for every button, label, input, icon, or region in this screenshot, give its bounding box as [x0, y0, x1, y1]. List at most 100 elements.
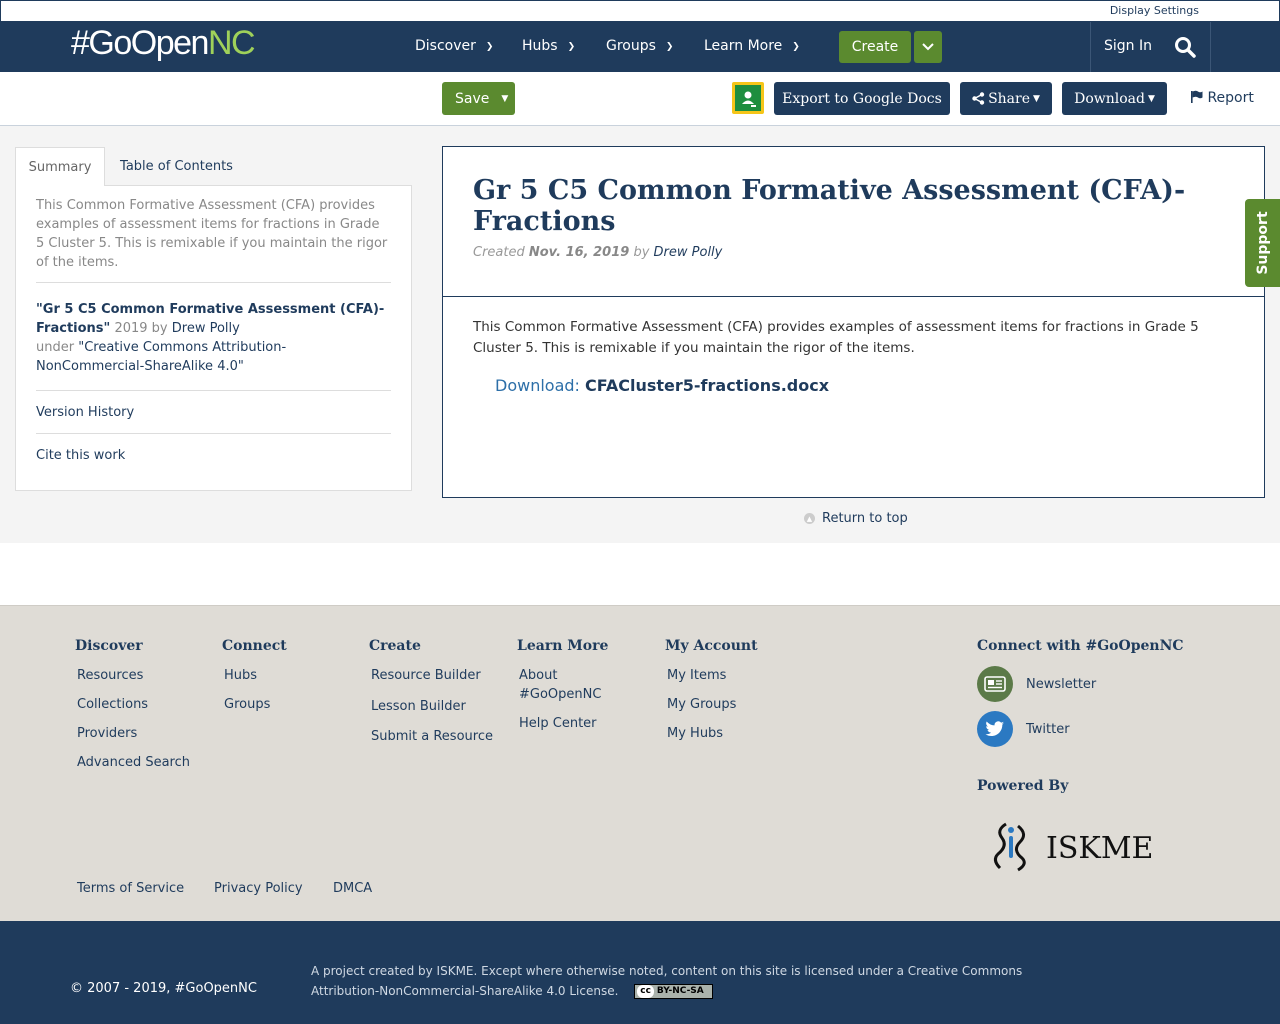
utility-bar: Display Settings	[0, 0, 1280, 21]
social-heading: Connect with #GoOpenNC	[977, 638, 1184, 654]
footer-heading: Connect	[222, 638, 287, 654]
share-icon	[972, 92, 985, 105]
attribution-under: under	[36, 340, 79, 355]
created-by: by	[629, 245, 654, 260]
save-button[interactable]: Save ▼	[442, 82, 515, 115]
logo-main-text: #GoOpen	[71, 24, 209, 62]
nav-learn-more-label: Learn More	[704, 38, 783, 54]
footer-link-hubs[interactable]: Hubs	[222, 666, 287, 685]
footer-link-lesson-builder[interactable]: Lesson Builder	[369, 697, 493, 716]
create-dropdown-button[interactable]	[914, 31, 942, 63]
cite-this-work-link[interactable]: Cite this work	[36, 434, 391, 476]
chevron-down-icon	[922, 43, 934, 51]
google-classroom-inner	[735, 85, 761, 111]
share-button[interactable]: Share ▼	[960, 82, 1052, 115]
nav-discover[interactable]: Discover ❯	[415, 38, 493, 54]
footer-link-resources[interactable]: Resources	[75, 666, 190, 685]
nav-learn-more[interactable]: Learn More ❯	[704, 38, 800, 54]
caret-down-icon: ▼	[1033, 93, 1040, 104]
download-file-link[interactable]: CFACluster5-fractions.docx	[585, 376, 829, 395]
return-to-top-link[interactable]: ▲ Return to top	[804, 511, 908, 526]
attribution-author-link[interactable]: Drew Polly	[172, 321, 240, 336]
version-history-link[interactable]: Version History	[36, 391, 391, 434]
download-button[interactable]: Download ▼	[1062, 82, 1167, 115]
google-classroom-icon[interactable]	[732, 82, 764, 114]
created-prefix: Created	[473, 245, 529, 260]
twitter-icon	[977, 711, 1013, 747]
attribution-block: "Gr 5 C5 Common Formative Assessment (CF…	[36, 283, 391, 391]
footer-heading: Learn More	[517, 638, 609, 654]
powered-by-heading: Powered By	[977, 778, 1069, 794]
footer-link-groups[interactable]: Groups	[222, 695, 287, 714]
return-to-top-label: Return to top	[822, 511, 908, 526]
newsletter-label: Newsletter	[1026, 676, 1097, 692]
nav-divider	[1090, 22, 1091, 72]
export-google-docs-button[interactable]: Export to Google Docs	[774, 82, 950, 115]
license-note: A project created by ISKME. Except where…	[311, 961, 1071, 1001]
footer-col-my-account: My Account My Items My Groups My Hubs	[665, 638, 758, 753]
main-navbar: #GoOpenNC Discover ❯ Hubs ❯ Groups ❯ Learn …	[0, 21, 1280, 72]
tab-summary[interactable]: Summary	[15, 147, 105, 186]
report-label: Report	[1207, 90, 1254, 106]
newspaper-icon	[977, 666, 1013, 702]
footer-link-resource-builder[interactable]: Resource Builder	[369, 666, 493, 685]
footer-link-help-center[interactable]: Help Center	[517, 714, 627, 733]
resource-description: This Common Formative Assessment (CFA) p…	[473, 319, 1199, 356]
chevron-down-icon: ❯	[665, 42, 674, 52]
footer-heading: My Account	[665, 638, 758, 654]
download-prefix: Download:	[495, 376, 586, 395]
sign-in-link[interactable]: Sign In	[1104, 38, 1152, 54]
tab-table-of-contents[interactable]: Table of Contents	[105, 147, 248, 186]
cc-badge-text: BY-NC-SA	[656, 986, 704, 996]
cc-badge-mark: cc	[637, 985, 654, 998]
created-date: Nov. 16, 2019	[528, 245, 630, 260]
twitter-label: Twitter	[1026, 721, 1070, 737]
footer-col-connect: Connect Hubs Groups	[222, 638, 287, 724]
support-label: Support	[1254, 211, 1271, 275]
footer-link-about[interactable]: About #GoOpenNC	[517, 666, 627, 704]
footer-social: Connect with #GoOpenNC Newsletter Twitte…	[977, 638, 1184, 747]
resource-action-bar: Save ▼ Export to Google Docs Share ▼ Down…	[0, 72, 1280, 126]
footer-link-providers[interactable]: Providers	[75, 724, 190, 743]
footer-link-submit-resource[interactable]: Submit a Resource	[369, 727, 493, 746]
search-icon[interactable]	[1174, 36, 1196, 58]
flag-icon	[1191, 90, 1203, 103]
attribution-year: 2019 by	[110, 321, 172, 336]
iskme-logo-text: ISKME	[1046, 831, 1153, 866]
footer-heading: Create	[369, 638, 421, 654]
twitter-link[interactable]: Twitter	[977, 711, 1184, 747]
save-label: Save	[455, 90, 490, 107]
privacy-policy-link[interactable]: Privacy Policy	[214, 881, 303, 896]
footer-link-advanced-search[interactable]: Advanced Search	[75, 753, 190, 772]
site-logo[interactable]: #GoOpenNC	[71, 24, 256, 63]
dmca-link[interactable]: DMCA	[333, 881, 372, 896]
logo-accent-text: NC	[207, 24, 256, 62]
resource-card: Gr 5 C5 Common Formative Assessment (CFA…	[442, 146, 1265, 498]
newsletter-link[interactable]: Newsletter	[977, 666, 1184, 702]
chevron-down-icon: ❯	[567, 42, 576, 52]
create-button[interactable]: Create	[839, 31, 911, 63]
footer-link-my-items[interactable]: My Items	[665, 666, 758, 685]
nav-hubs[interactable]: Hubs ❯	[522, 38, 575, 54]
arrow-up-icon: ▲	[804, 513, 815, 524]
author-link[interactable]: Drew Polly	[654, 245, 723, 260]
resource-body: This Common Formative Assessment (CFA) p…	[443, 297, 1264, 395]
terms-of-service-link[interactable]: Terms of Service	[77, 881, 184, 896]
footer-link-my-groups[interactable]: My Groups	[665, 695, 758, 714]
nav-groups[interactable]: Groups ❯	[606, 38, 673, 54]
cc-license-badge[interactable]: cc BY-NC-SA	[634, 984, 714, 999]
copyright-text: © 2007 - 2019, #GoOpenNC	[70, 981, 257, 996]
support-tab[interactable]: Support	[1245, 199, 1280, 287]
chevron-down-icon: ❯	[485, 42, 494, 52]
bottom-bar: © 2007 - 2019, #GoOpenNC A project creat…	[0, 921, 1280, 1024]
display-settings-link[interactable]: Display Settings	[1110, 4, 1199, 17]
footer-link-my-hubs[interactable]: My Hubs	[665, 724, 758, 743]
download-line: Download: CFACluster5-fractions.docx	[495, 376, 1234, 395]
footer-link-collections[interactable]: Collections	[75, 695, 190, 714]
share-label: Share	[988, 90, 1030, 107]
report-link[interactable]: Report	[1190, 90, 1254, 106]
resource-meta: Created Nov. 16, 2019 by Drew Polly	[473, 245, 1234, 260]
nav-discover-label: Discover	[415, 38, 476, 54]
chevron-down-icon: ❯	[792, 42, 800, 52]
iskme-logo[interactable]: ISKME	[988, 816, 1158, 876]
